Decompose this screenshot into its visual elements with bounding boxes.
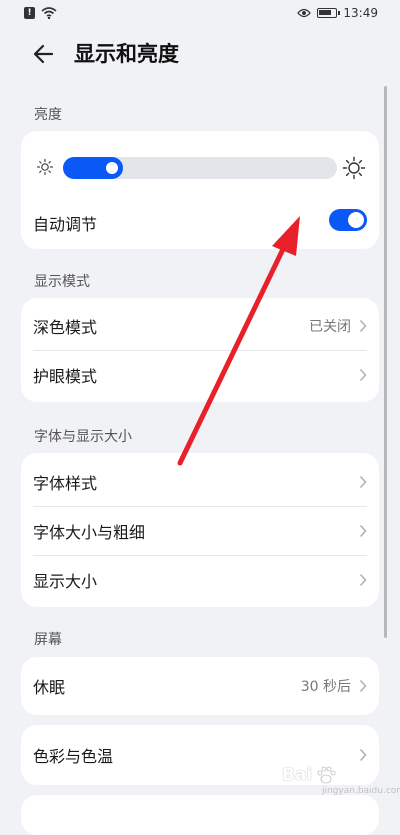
notification-icon: ! bbox=[24, 7, 35, 19]
chevron-right-icon bbox=[359, 679, 367, 693]
sleep-value: 30 秒后 bbox=[300, 679, 351, 695]
scrollbar[interactable] bbox=[384, 86, 387, 638]
status-left: ! bbox=[24, 7, 57, 19]
watermark-sub: jingyan.baidu.com bbox=[322, 786, 400, 796]
display-mode-card: 深色模式 已关闭 护眼模式 bbox=[21, 298, 379, 402]
list-item-font-size-weight[interactable]: 字体大小与粗细 bbox=[21, 507, 379, 555]
battery-icon bbox=[317, 8, 341, 18]
sleep-card: 休眠 30 秒后 bbox=[21, 657, 379, 715]
header: 显示和亮度 bbox=[0, 28, 400, 80]
chevron-right-icon bbox=[359, 319, 367, 333]
brightness-slider-thumb[interactable] bbox=[106, 162, 118, 174]
list-item-sleep[interactable]: 休眠 30 秒后 bbox=[21, 662, 379, 710]
auto-adjust-toggle-knob bbox=[348, 212, 364, 228]
color-temp-label: 色彩与色温 bbox=[33, 747, 114, 766]
list-item-eye-comfort[interactable]: 护眼模式 bbox=[21, 351, 379, 399]
chevron-right-icon bbox=[359, 573, 367, 587]
section-title-brightness: 亮度 bbox=[34, 107, 62, 123]
page-title: 显示和亮度 bbox=[74, 42, 179, 66]
watermark-text: Bai bbox=[282, 765, 313, 785]
auto-adjust-label: 自动调节 bbox=[33, 215, 98, 234]
font-style-label: 字体样式 bbox=[33, 474, 98, 493]
brightness-slider[interactable] bbox=[63, 157, 337, 179]
sun-bright-icon bbox=[342, 156, 366, 180]
display-size-label: 显示大小 bbox=[33, 572, 98, 591]
dark-mode-label: 深色模式 bbox=[33, 318, 98, 337]
chevron-right-icon bbox=[359, 524, 367, 538]
chevron-right-icon bbox=[359, 368, 367, 382]
status-bar: ! 13:49 bbox=[0, 0, 400, 26]
status-time: 13:49 bbox=[343, 6, 378, 20]
list-item-display-size[interactable]: 显示大小 bbox=[21, 556, 379, 604]
eye-comfort-label: 护眼模式 bbox=[33, 367, 98, 386]
back-arrow-icon[interactable] bbox=[30, 40, 58, 68]
list-item-font-style[interactable]: 字体样式 bbox=[21, 458, 379, 506]
status-right: 13:49 bbox=[297, 6, 378, 20]
chevron-right-icon bbox=[359, 475, 367, 489]
list-item-dark-mode[interactable]: 深色模式 已关闭 bbox=[21, 302, 379, 350]
brightness-card: 自动调节 bbox=[21, 131, 379, 249]
eye-icon bbox=[297, 8, 312, 18]
sleep-label: 休眠 bbox=[33, 678, 66, 697]
watermark: Bai jingyan.baidu.com bbox=[282, 764, 400, 796]
next-card-partial bbox=[21, 795, 379, 835]
paw-icon bbox=[317, 766, 336, 784]
section-title-display-mode: 显示模式 bbox=[34, 274, 90, 290]
auto-adjust-toggle[interactable] bbox=[329, 209, 367, 231]
sun-dim-icon bbox=[36, 158, 54, 176]
dark-mode-value: 已关闭 bbox=[309, 319, 351, 335]
section-title-font-size: 字体与显示大小 bbox=[34, 429, 132, 445]
font-size-weight-label: 字体大小与粗细 bbox=[33, 523, 146, 542]
wifi-icon bbox=[41, 7, 57, 19]
font-size-card: 字体样式 字体大小与粗细 显示大小 bbox=[21, 453, 379, 607]
section-title-screen: 屏幕 bbox=[34, 632, 62, 648]
chevron-right-icon bbox=[359, 748, 367, 762]
